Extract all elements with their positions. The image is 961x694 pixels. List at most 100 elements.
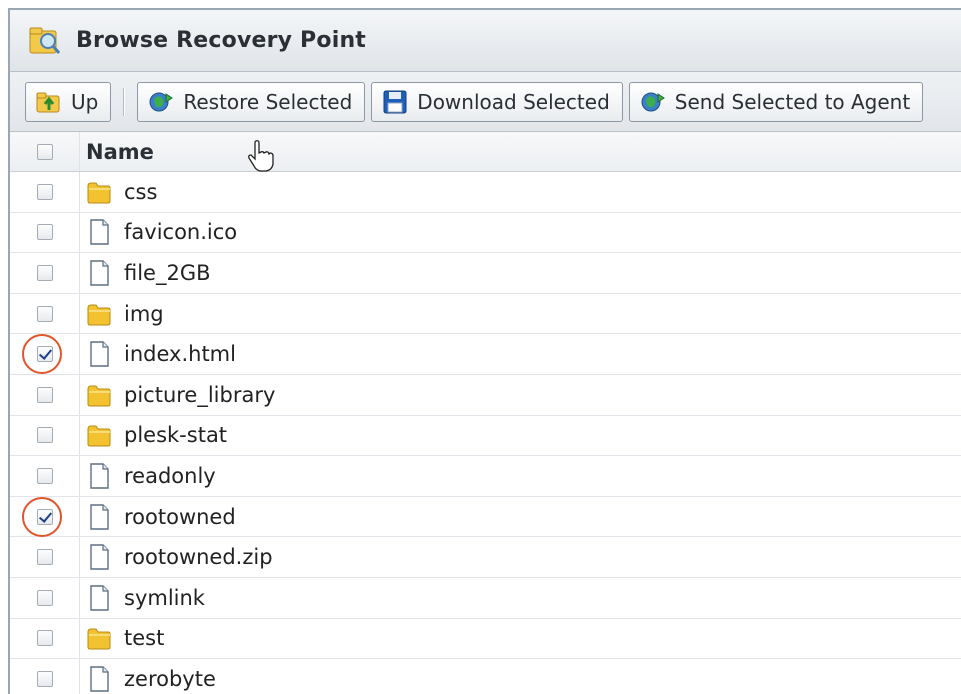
browse-recovery-point-window: Browse Recovery Point Up Restore Selecte… <box>8 8 961 694</box>
file-name: zerobyte <box>124 666 216 691</box>
file-name: symlink <box>124 585 205 610</box>
file-name-cell[interactable]: symlink <box>80 578 961 618</box>
folder-icon <box>87 425 111 447</box>
table-row[interactable]: plesk-stat <box>10 415 961 457</box>
table-row[interactable]: file_2GB <box>10 253 961 294</box>
row-checkbox[interactable] <box>36 264 53 281</box>
table-row[interactable]: readonly <box>10 456 961 497</box>
row-checkbox[interactable] <box>36 589 53 606</box>
row-checkbox[interactable] <box>36 305 53 322</box>
folder-icon <box>87 182 111 204</box>
send-selected-to-agent-label: Send Selected to Agent <box>674 89 911 114</box>
file-name-cell[interactable]: plesk-stat <box>80 416 961 456</box>
select-all-cell <box>10 132 80 171</box>
restore-icon <box>149 92 174 111</box>
table-row[interactable]: rootowned <box>10 496 961 538</box>
row-checkbox[interactable] <box>36 549 53 566</box>
table-row[interactable]: css <box>10 172 961 213</box>
window-title: Browse Recovery Point <box>76 28 367 53</box>
file-name: file_2GB <box>124 260 211 285</box>
file-name: css <box>124 179 158 204</box>
file-icon <box>90 544 109 570</box>
row-checkbox-cell <box>10 172 80 212</box>
row-checkbox[interactable] <box>36 670 53 687</box>
row-checkbox[interactable] <box>36 386 53 403</box>
file-name: plesk-stat <box>124 423 228 448</box>
row-checkbox-cell <box>10 212 80 253</box>
send-globe-icon <box>641 92 665 111</box>
restore-selected-label: Restore Selected <box>183 89 353 114</box>
row-checkbox-cell <box>10 618 80 659</box>
file-icon <box>90 666 109 692</box>
row-checkbox-cell <box>10 253 80 293</box>
row-checkbox-cell <box>10 659 80 694</box>
row-checkbox-cell <box>10 415 80 456</box>
file-name: picture_library <box>124 382 276 407</box>
file-name: index.html <box>124 342 236 367</box>
file-name-cell[interactable]: index.html <box>80 334 961 374</box>
file-name: rootowned.zip <box>124 545 273 570</box>
file-icon <box>90 463 109 489</box>
file-name-cell[interactable]: test <box>80 619 961 659</box>
browse-folder-icon <box>29 27 61 54</box>
file-icon <box>90 503 109 530</box>
table-row[interactable]: test <box>10 618 961 660</box>
folder-icon <box>87 628 111 650</box>
file-name: favicon.ico <box>124 220 238 245</box>
up-button[interactable]: Up <box>25 81 112 122</box>
table-row[interactable]: symlink <box>10 577 961 619</box>
file-icon <box>90 341 109 367</box>
file-name: img <box>124 301 164 326</box>
row-checkbox-cell <box>10 496 80 537</box>
row-checkbox-cell <box>10 334 80 375</box>
row-checkbox[interactable] <box>36 508 53 525</box>
name-column-header[interactable]: Name <box>80 132 961 171</box>
restore-selected-button[interactable]: Restore Selected <box>137 81 366 122</box>
row-checkbox-cell <box>10 293 80 334</box>
file-name-cell[interactable]: favicon.ico <box>80 213 961 253</box>
file-name: readonly <box>124 463 216 488</box>
row-checkbox[interactable] <box>36 427 53 444</box>
row-checkbox[interactable] <box>36 346 53 363</box>
send-selected-to-agent-button[interactable]: Send Selected to Agent <box>628 81 924 122</box>
toolbar: Up Restore Selected Download Selected Se… <box>10 72 961 132</box>
folder-icon <box>87 385 111 407</box>
file-name-cell[interactable]: rootowned.zip <box>80 537 961 577</box>
table-row[interactable]: zerobyte <box>10 659 961 694</box>
file-name-cell[interactable]: picture_library <box>80 375 961 415</box>
table-row[interactable]: favicon.ico <box>10 212 961 254</box>
row-checkbox[interactable] <box>36 183 53 200</box>
row-checkbox-cell <box>10 577 80 618</box>
file-name-cell[interactable]: readonly <box>80 456 961 496</box>
grid-header-row: Name <box>10 132 961 172</box>
file-icon <box>90 585 109 611</box>
file-name-cell[interactable]: css <box>80 172 961 212</box>
select-all-checkbox[interactable] <box>36 143 53 160</box>
row-checkbox-cell <box>10 537 80 577</box>
folder-icon <box>87 304 111 326</box>
title-bar: Browse Recovery Point <box>10 10 961 72</box>
file-name: test <box>124 626 165 651</box>
file-name-cell[interactable]: zerobyte <box>80 659 961 694</box>
folder-up-icon <box>36 92 60 112</box>
hand-pointer-icon <box>248 140 274 172</box>
download-selected-button[interactable]: Download Selected <box>371 81 623 122</box>
row-checkbox[interactable] <box>36 467 53 484</box>
table-row[interactable]: index.html <box>10 334 961 375</box>
file-icon <box>90 260 109 286</box>
table-row[interactable]: rootowned.zip <box>10 537 961 578</box>
table-row[interactable]: picture_library <box>10 374 961 416</box>
row-checkbox-cell <box>10 374 80 415</box>
toolbar-separator <box>123 87 126 116</box>
floppy-disk-icon <box>383 90 407 113</box>
file-name-cell[interactable]: file_2GB <box>80 253 961 293</box>
file-icon <box>90 219 109 246</box>
table-row[interactable]: img <box>10 293 961 335</box>
up-button-label: Up <box>71 89 99 114</box>
file-name-cell[interactable]: img <box>80 294 961 334</box>
download-selected-label: Download Selected <box>417 89 610 114</box>
file-name-cell[interactable]: rootowned <box>80 497 961 537</box>
row-checkbox[interactable] <box>36 224 53 241</box>
row-checkbox[interactable] <box>36 630 53 647</box>
row-checkbox-cell <box>10 456 80 496</box>
